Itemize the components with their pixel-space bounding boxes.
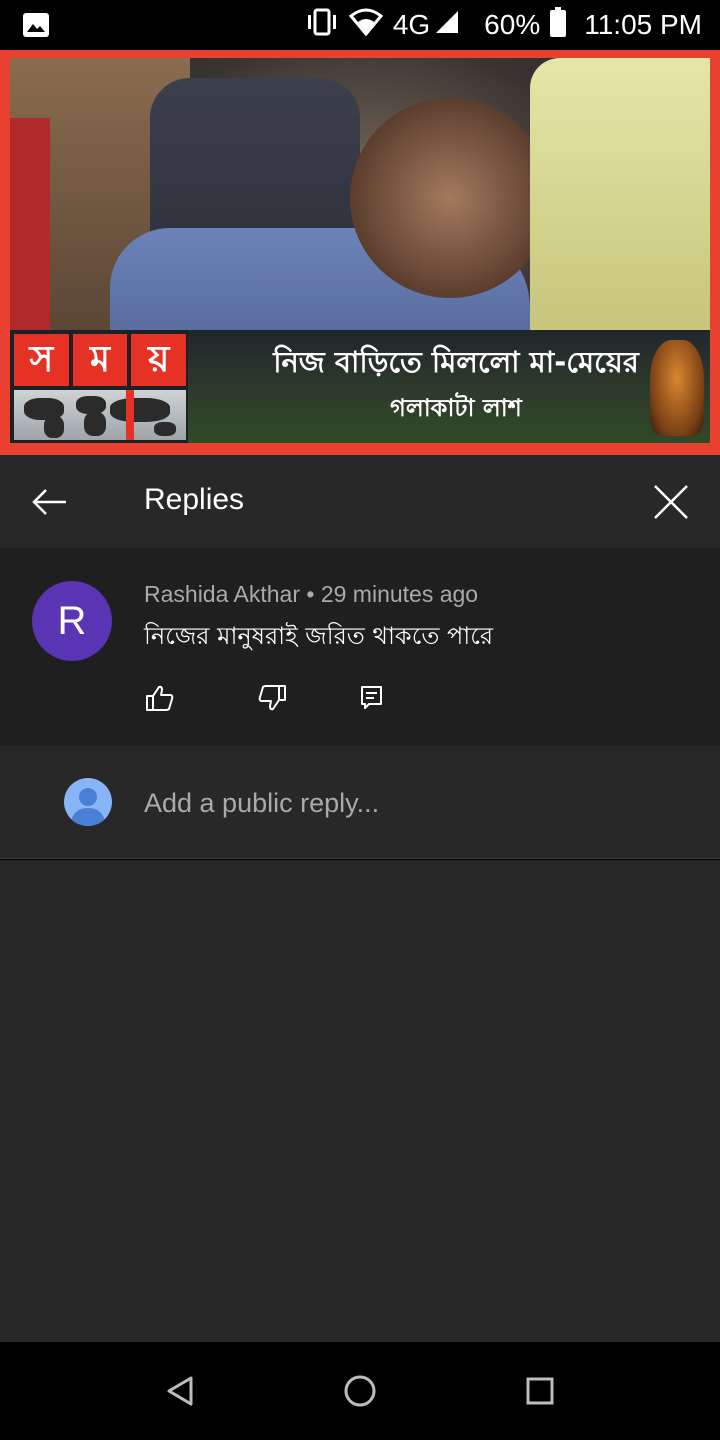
comment-meta: Rashida Akthar • 29 minutes ago	[144, 581, 478, 608]
headline-banner: নিজ বাড়িতে মিললো মা-মেয়ের গলাকাটা লাশ	[188, 330, 710, 443]
back-button[interactable]	[24, 477, 74, 527]
battery-percent: 60%	[484, 9, 541, 40]
nav-back-button[interactable]	[160, 1371, 200, 1411]
replies-list-empty	[0, 860, 720, 1342]
comment-text: নিজের মানুষরাই জরিত থাকতে পারে	[144, 622, 494, 650]
person-icon	[70, 788, 106, 826]
panel-title: Replies	[144, 483, 245, 516]
world-map-graphic	[14, 390, 186, 440]
logo-letter: স	[14, 334, 69, 386]
battery-icon	[550, 6, 567, 44]
system-nav-bar	[0, 1342, 720, 1440]
replies-header: Replies	[0, 455, 720, 548]
comment-time: 29 minutes ago	[320, 581, 479, 607]
close-icon	[654, 485, 688, 519]
thumbs-down-icon	[258, 685, 286, 711]
dislike-button[interactable]	[254, 680, 290, 716]
reply-input-row[interactable]: Add a public reply...	[0, 746, 720, 859]
avatar[interactable]: R	[32, 581, 112, 661]
comment-author[interactable]: Rashida Akthar	[144, 581, 300, 607]
user-avatar	[64, 778, 112, 826]
video-frame: স ম য় নিজ বাড়িতে মিললো মা-মেয়ের গলাকা…	[10, 58, 710, 443]
news-lower-third: স ম য় নিজ বাড়িতে মিললো মা-মেয়ের গলাকা…	[10, 330, 710, 443]
meta-separator: •	[306, 581, 315, 607]
arrow-left-icon	[32, 489, 66, 515]
vibrate-icon	[305, 8, 339, 43]
nav-home-button[interactable]	[340, 1371, 380, 1411]
clock: 11:05 PM	[584, 9, 702, 40]
wifi-icon	[348, 8, 383, 43]
image-icon	[22, 12, 50, 43]
nav-recents-button[interactable]	[520, 1371, 560, 1411]
status-bar: 4G 60% 11:05 PM	[0, 0, 720, 50]
circle-home-icon	[344, 1375, 376, 1407]
triangle-back-icon	[167, 1376, 193, 1406]
like-button[interactable]	[142, 680, 178, 716]
close-button[interactable]	[646, 477, 696, 527]
headline-line-2: গলাকাটা লাশ	[390, 394, 522, 422]
headline-line-1: নিজ বাড়িতে মিললো মা-মেয়ের	[273, 345, 639, 379]
network-type: 4G	[392, 9, 431, 40]
signal-icon	[434, 9, 460, 42]
video-player[interactable]: স ম য় নিজ বাড়িতে মিললো মা-মেয়ের গলাকা…	[0, 50, 720, 455]
reply-input[interactable]: Add a public reply...	[144, 788, 379, 819]
channel-logo: স ম য়	[14, 334, 187, 440]
comment-icon	[361, 686, 382, 709]
tiger-graphic	[650, 340, 704, 436]
logo-letter: ম	[72, 334, 128, 386]
square-recents-icon	[526, 1377, 554, 1405]
comment: R Rashida Akthar • 29 minutes ago নিজের …	[0, 548, 720, 746]
logo-letter: য়	[131, 334, 187, 386]
thumbs-up-icon	[146, 685, 174, 711]
reply-button[interactable]	[354, 680, 390, 716]
